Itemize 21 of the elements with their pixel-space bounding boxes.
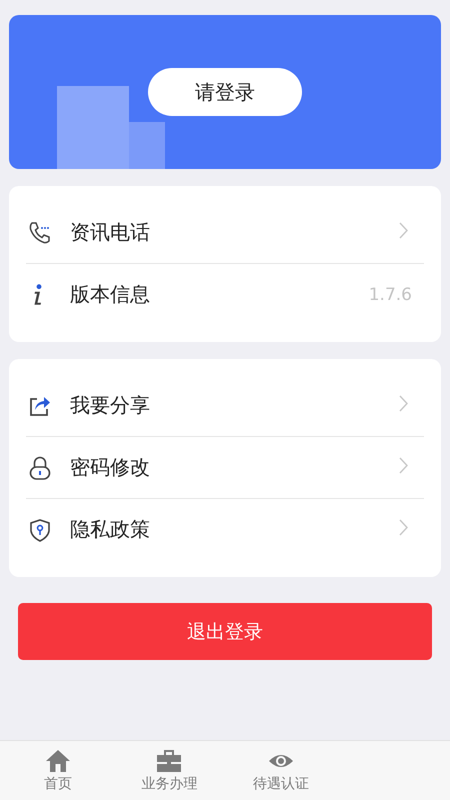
login-button[interactable]: 请登录	[148, 68, 302, 116]
briefcase-icon	[156, 748, 182, 772]
chevron-icon	[399, 519, 408, 536]
lock-icon	[27, 454, 53, 480]
phone-icon	[27, 220, 53, 246]
menu-item-label[interactable]: 密码修改	[70, 454, 399, 481]
shield-icon	[27, 516, 53, 542]
info-icon	[34, 284, 42, 305]
menu-item-label[interactable]: 我要分享	[70, 392, 399, 419]
tab-item[interactable]: 业务办理	[114, 741, 225, 800]
chevron-icon	[399, 457, 408, 474]
menu-item-label[interactable]: 隐私政策	[70, 516, 399, 543]
tab-item[interactable]: 待遇认证	[225, 741, 336, 800]
logout-button[interactable]: 退出登录	[18, 603, 432, 660]
home-icon	[44, 748, 71, 772]
version-number: 1.7.6	[368, 284, 412, 304]
menu-item-label[interactable]: 资讯电话	[70, 219, 399, 246]
chevron-icon	[399, 222, 408, 239]
tab-item[interactable]: 首页	[2, 741, 114, 800]
chevron-icon	[399, 395, 408, 412]
menu-item-label[interactable]: 版本信息	[70, 281, 369, 308]
